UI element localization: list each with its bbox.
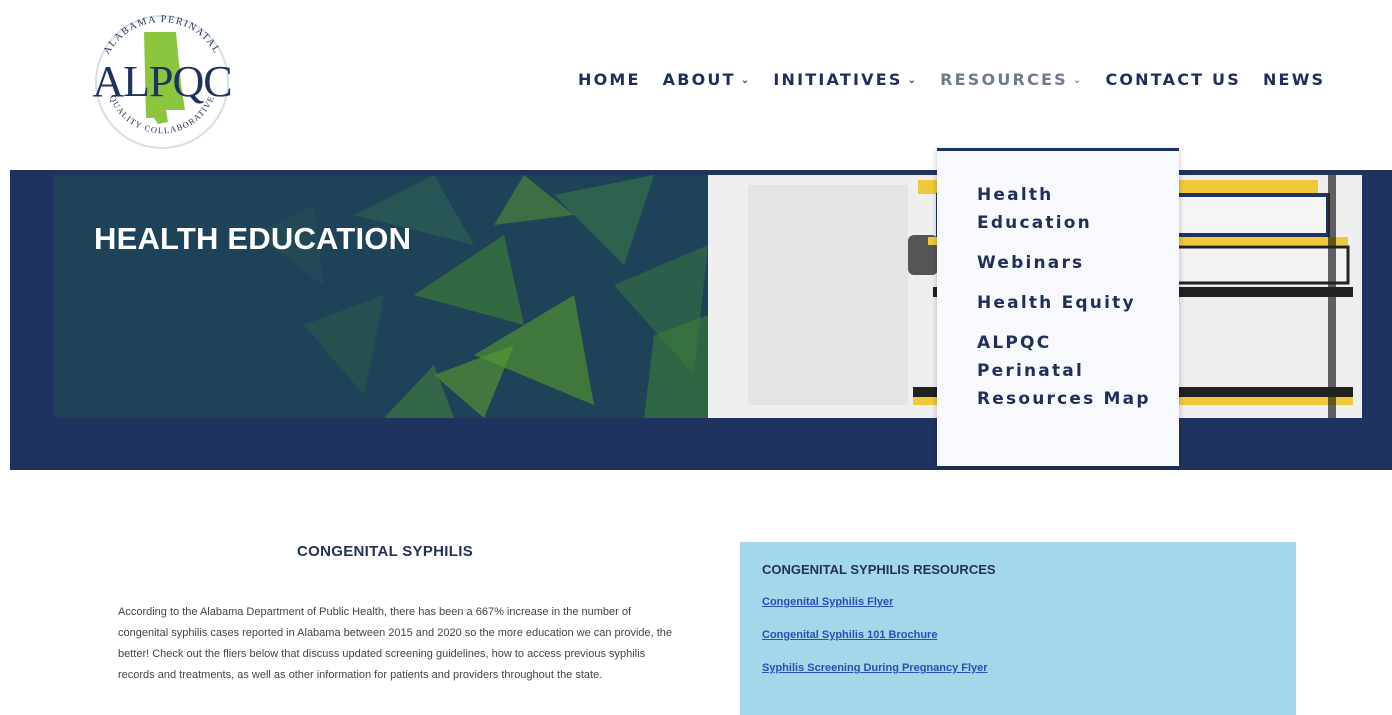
section-body: According to the Alabama Department of P… bbox=[118, 606, 673, 681]
chevron-down-icon: ⌄ bbox=[1072, 75, 1084, 86]
section-title: CONGENITAL SYPHILIS bbox=[297, 543, 473, 560]
nav-resources[interactable]: RESOURCES ⌄ bbox=[940, 70, 1083, 89]
nav-initiatives[interactable]: INITIATIVES ⌄ bbox=[773, 70, 918, 89]
page-title: HEALTH EDUCATION bbox=[94, 221, 412, 256]
resources-dropdown-menu: Health Education Webinars Health Equity … bbox=[937, 148, 1179, 466]
nav-home[interactable]: HOME bbox=[578, 70, 641, 89]
hero-banner: HEALTH EDUCATION bbox=[54, 175, 708, 418]
nav-news[interactable]: NEWS bbox=[1263, 70, 1325, 89]
nav-contact-us-label: CONTACT US bbox=[1105, 70, 1241, 89]
nav-home-label: HOME bbox=[578, 70, 641, 89]
logo-graphic: ALABAMA PERINATAL QUALITY COLLABORATIVE … bbox=[92, 14, 233, 149]
main-nav: HOME ABOUT ⌄ INITIATIVES ⌄ RESOURCES ⌄ C… bbox=[578, 70, 1325, 89]
geometric-pattern bbox=[254, 175, 708, 418]
resource-link-brochure[interactable]: Congenital Syphilis 101 Brochure bbox=[762, 629, 1274, 641]
logo-wordmark: ALPQC bbox=[92, 57, 231, 106]
nav-about-label: ABOUT bbox=[662, 70, 736, 89]
site-header: ALABAMA PERINATAL QUALITY COLLABORATIVE … bbox=[0, 0, 1392, 170]
nav-resources-label: RESOURCES bbox=[940, 70, 1068, 89]
nav-news-label: NEWS bbox=[1262, 70, 1326, 89]
dropdown-item-webinars[interactable]: Webinars bbox=[977, 249, 1159, 277]
resource-link-flyer[interactable]: Congenital Syphilis Flyer bbox=[762, 596, 1274, 608]
dropdown-item-health-equity[interactable]: Health Equity bbox=[977, 289, 1159, 317]
resource-link-screening-flyer[interactable]: Syphilis Screening During Pregnancy Flye… bbox=[762, 662, 1274, 674]
nav-about[interactable]: ABOUT ⌄ bbox=[663, 70, 752, 89]
resources-box: CONGENITAL SYPHILIS RESOURCES Congenital… bbox=[740, 542, 1296, 715]
nav-contact-us[interactable]: CONTACT US bbox=[1105, 70, 1241, 89]
resources-title: CONGENITAL SYPHILIS RESOURCES bbox=[762, 562, 996, 577]
chevron-down-icon: ⌄ bbox=[740, 75, 752, 86]
main-content: CONGENITAL SYPHILIS According to the Ala… bbox=[54, 470, 1362, 715]
chevron-down-icon: ⌄ bbox=[907, 75, 919, 86]
nav-initiatives-label: INITIATIVES bbox=[773, 70, 903, 89]
dropdown-item-perinatal-resources-map[interactable]: ALPQC Perinatal Resources Map bbox=[977, 329, 1159, 413]
alpqc-logo[interactable]: ALABAMA PERINATAL QUALITY COLLABORATIVE … bbox=[82, 10, 242, 155]
dropdown-item-health-education[interactable]: Health Education bbox=[977, 181, 1159, 237]
